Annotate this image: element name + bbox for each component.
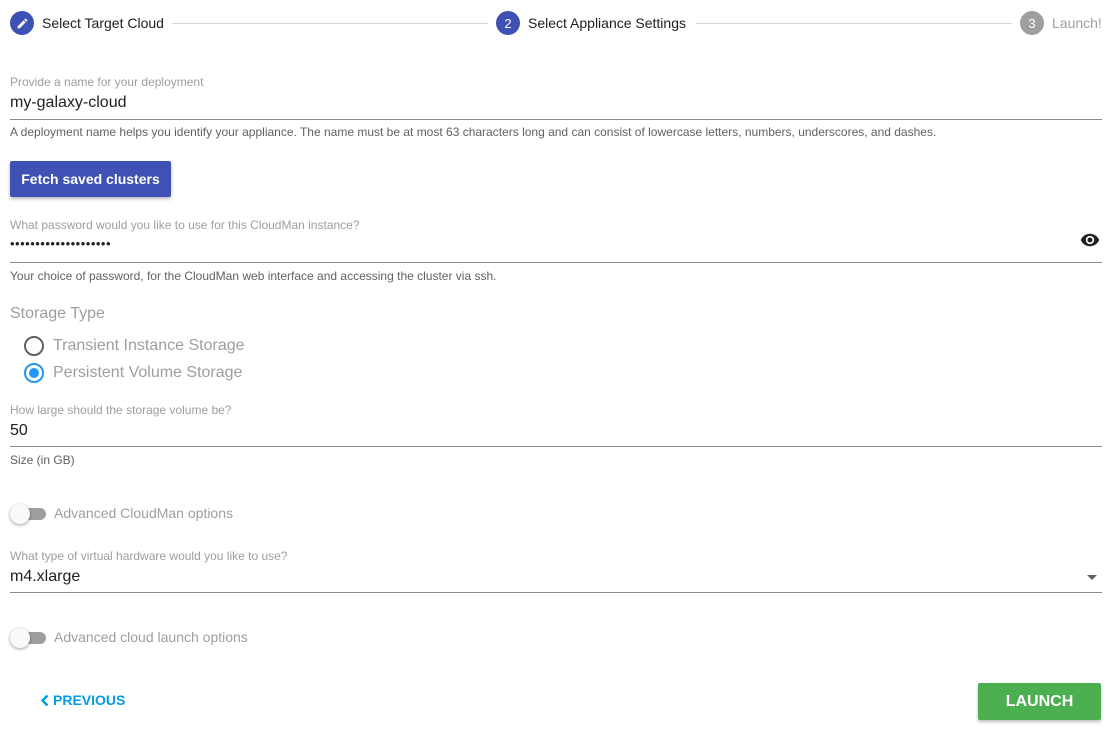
volume-size-underline [10,446,1102,447]
hardware-label: What type of virtual hardware would you … [10,549,288,563]
password-hint: Your choice of password, for the CloudMa… [10,269,497,283]
hardware-select[interactable]: m4.xlarge [10,568,80,586]
eye-icon[interactable] [1078,230,1102,250]
hardware-underline [10,592,1102,593]
radio-checked-icon[interactable] [24,363,44,383]
storage-type-title: Storage Type [10,305,105,322]
step-3-circle: 3 [1020,11,1044,35]
step-1-label: Select Target Cloud [42,15,164,31]
volume-size-label: How large should the storage volume be? [10,403,232,417]
advanced-launch-label[interactable]: Advanced cloud launch options [54,629,248,645]
step-3-label: Launch! [1052,15,1102,31]
password-underline [10,262,1102,263]
volume-size-input[interactable]: 50 [10,422,28,440]
pencil-icon [17,18,27,28]
step-connector [696,23,1012,24]
volume-size-hint: Size (in GB) [10,453,75,467]
radio-transient-label: Transient Instance Storage [53,337,245,354]
step-launch[interactable]: 3 Launch! [1020,11,1102,35]
step-connector [172,23,488,24]
radio-persistent-volume-storage[interactable]: Persistent Volume Storage [24,362,242,384]
step-select-appliance-settings[interactable]: 2 Select Appliance Settings [496,11,686,35]
previous-button[interactable]: PREVIOUS [40,689,125,711]
step-2-label: Select Appliance Settings [528,15,686,31]
step-1-circle [10,11,34,35]
stepper: Select Target Cloud 2 Select Appliance S… [10,11,1102,37]
password-input[interactable]: •••••••••••••••••••• [10,236,111,251]
fetch-saved-clusters-button[interactable]: Fetch saved clusters [10,161,171,197]
deployment-name-hint: A deployment name helps you identify you… [10,125,937,139]
radio-unchecked-icon[interactable] [24,336,44,356]
password-label: What password would you like to use for … [10,218,360,232]
deployment-name-input[interactable]: my-galaxy-cloud [10,94,126,112]
step-select-target-cloud[interactable]: Select Target Cloud [10,11,164,35]
launch-button[interactable]: LAUNCH [978,683,1101,720]
chevron-left-icon [40,694,49,706]
step-2-circle: 2 [496,11,520,35]
toggle-thumb[interactable] [10,504,30,524]
radio-persistent-label: Persistent Volume Storage [53,364,243,381]
dropdown-caret-icon[interactable] [1087,575,1097,580]
advanced-cloudman-label[interactable]: Advanced CloudMan options [54,505,233,521]
deployment-name-label: Provide a name for your deployment [10,75,204,89]
advanced-cloudman-toggle[interactable] [10,504,46,524]
previous-label: PREVIOUS [53,692,126,708]
deployment-name-underline [10,119,1102,120]
radio-transient-instance-storage[interactable]: Transient Instance Storage [24,335,245,357]
advanced-launch-toggle[interactable] [10,628,46,648]
toggle-thumb[interactable] [10,628,30,648]
